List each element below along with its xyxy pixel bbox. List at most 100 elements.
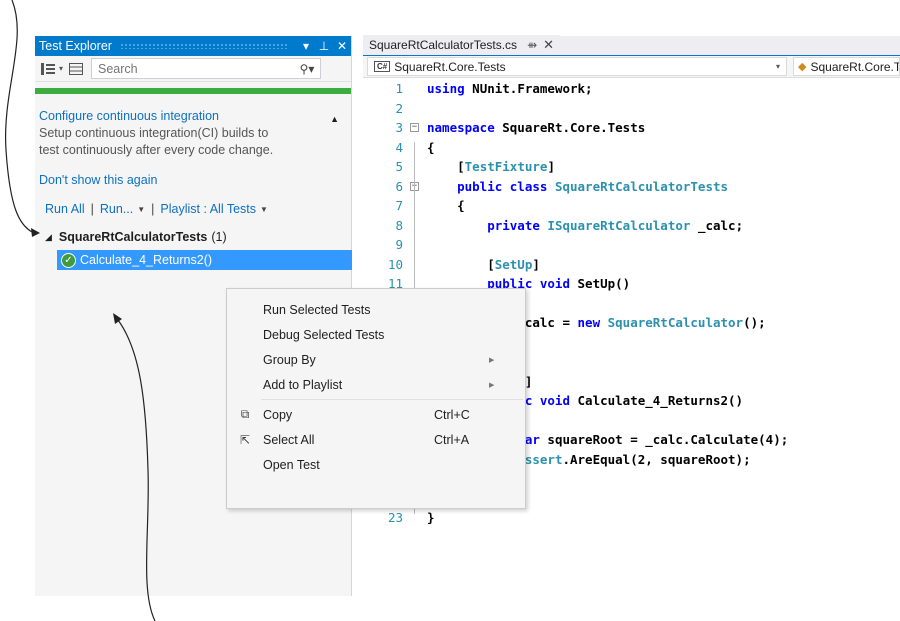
code-token: ] [532,256,540,272]
test-item-selected[interactable]: ✓ Calculate_4_Returns2() [57,250,352,270]
menu-item-label: Group By [263,352,316,367]
run-dropdown-icon[interactable]: ▼ [137,205,145,214]
select-all-icon: ⇱ [239,432,251,447]
copy-icon: ⧉ [240,407,250,421]
submenu-arrow-icon: ▶ [489,356,495,364]
navigation-bar: C# SquareRt.Core.Tests ▾ ◆ SquareRt.Core… [363,56,900,78]
menu-item-run-selected-tests[interactable]: Run Selected Tests [227,297,525,322]
group-by-icon[interactable] [37,59,59,79]
code-token: _calc; [690,217,744,233]
test-explorer-titlebar: Test Explorer ▾ ⊥ ✕ [35,36,351,56]
code-line[interactable]: 23} [363,508,900,528]
code-token: new [577,315,608,331]
titlebar-grip[interactable] [119,43,289,49]
code-line[interactable]: 5 [TestFixture] [363,157,900,177]
code-token: public class [427,178,555,194]
code-line[interactable]: 4{ [363,138,900,158]
line-number: 2 [395,100,403,116]
code-line[interactable]: 6 public class SquareRtCalculatorTests [363,177,900,197]
pin-icon[interactable]: ⊥ [315,39,333,53]
code-token: NUnit.Framework; [464,81,593,97]
code-token: .AreEqual(2, squareRoot); [562,451,751,467]
menu-item-debug-selected-tests[interactable]: Debug Selected Tests [227,322,525,347]
run-link[interactable]: Run... [100,202,133,216]
separator: | [151,202,155,216]
menu-item-open-test[interactable]: Open Test [227,452,525,477]
code-token: [ [427,159,465,175]
menu-item-label: Run Selected Tests [263,302,371,317]
code-line[interactable]: 1 using NUnit.Framework; [363,79,900,99]
code-token: private [427,217,548,233]
fold-toggle-icon[interactable]: − [410,123,419,132]
document-tab[interactable]: SquareRtCalculatorTests.cs ⇻ ✕ [363,35,561,55]
menu-item-label: Select All [263,432,315,447]
project-name: SquareRt.Core.Tests [394,59,506,74]
search-input[interactable] [98,61,295,76]
tab-close-icon[interactable]: ✕ [543,37,554,53]
menu-item-add-to-playlist[interactable]: Add to Playlist ▶ [227,372,525,397]
code-token: (); [743,315,766,331]
line-number: 10 [387,256,403,272]
ci-description-line1: Setup continuous integration(CI) builds … [39,126,269,140]
submenu-arrow-icon: ▶ [489,381,495,389]
window-position-dropdown-icon[interactable]: ▾ [297,39,315,53]
project-dropdown[interactable]: C# SquareRt.Core.Tests ▾ [367,57,787,76]
document-tab-strip: SquareRtCalculatorTests.cs ⇻ ✕ [363,35,900,56]
class-dropdown[interactable]: ◆ SquareRt.Core.Tests.SquareRtCalculator… [793,57,900,76]
ci-description-line2: test continuously after every code chang… [39,143,274,157]
dont-show-again-link[interactable]: Don't show this again [39,172,347,189]
expand-triangle-icon[interactable]: ◢ [45,232,52,243]
test-item-name: Calculate_4_Returns2() [80,253,213,267]
menu-item-shortcut: Ctrl+A [434,432,470,447]
menu-item-label: Add to Playlist [263,377,343,392]
code-line[interactable]: 8 private ISquareRtCalculator _calc; [363,216,900,236]
code-token: TestFixture [464,159,548,175]
run-all-link[interactable]: Run All [45,202,85,216]
collapse-icon[interactable]: ▲ [330,111,339,128]
menu-item-copy[interactable]: ⧉ Copy Ctrl+C [227,402,525,427]
close-icon[interactable]: ✕ [333,39,351,53]
run-toolbar: Run All | Run... ▼ | Playlist : All Test… [35,202,351,216]
class-name: SquareRt.Core.Tests.SquareRtCalculatorTe… [810,59,900,74]
code-token: SquareRtCalculatorTests [554,178,729,194]
playlist-link[interactable]: Playlist : All Tests [160,202,256,216]
project-dropdown-icon[interactable]: ▾ [776,62,780,71]
columns-icon[interactable] [65,59,87,79]
code-token: ISquareRtCalculator [547,217,691,233]
code-token: SquareRtCalculator [607,315,744,331]
menu-item-label: Open Test [263,457,320,472]
document-tab-title: SquareRtCalculatorTests.cs [369,38,518,52]
test-explorer-toolbar: ▾ ⚲▾ [35,56,351,82]
separator: | [90,202,94,216]
search-icon[interactable]: ⚲▾ [294,62,320,76]
passed-check-icon: ✓ [61,252,76,268]
code-line[interactable]: 10 [SetUp] [363,255,900,275]
line-number: 1 [395,81,403,97]
menu-item-label: Copy [263,407,293,422]
code-token: ] [547,159,555,175]
search-box: ⚲▾ [91,58,322,79]
group-by-dropdown-icon[interactable]: ▾ [59,64,63,73]
line-number: 6 [395,178,403,194]
menu-item-group-by[interactable]: Group By ▶ [227,347,525,372]
line-number: 4 [395,139,403,155]
line-number: 9 [395,237,403,253]
code-line[interactable]: 7 { [363,196,900,216]
code-token: SquareRt.Core.Tests [494,120,646,136]
code-token: { [427,198,465,214]
configure-ci-link[interactable]: Configure continuous integration [39,109,219,123]
code-line[interactable]: 9 [363,235,900,255]
line-number: 7 [395,198,403,214]
code-token: namespace [427,120,495,136]
code-token: SetUp() [577,276,631,292]
menu-item-shortcut: Ctrl+C [434,407,470,422]
menu-item-select-all[interactable]: ⇱ Select All Ctrl+A [227,427,525,452]
csharp-project-icon: C# [374,61,391,72]
code-token: [ [427,256,495,272]
playlist-dropdown-icon[interactable]: ▼ [260,205,268,214]
code-line[interactable]: 3 namespace SquareRt.Core.Tests [363,118,900,138]
tab-pin-icon[interactable]: ⇻ [527,38,537,52]
line-number: 8 [395,217,403,233]
test-group-header[interactable]: ◢ SquareRtCalculatorTests (1) [35,230,351,244]
code-line[interactable]: 2 [363,99,900,119]
